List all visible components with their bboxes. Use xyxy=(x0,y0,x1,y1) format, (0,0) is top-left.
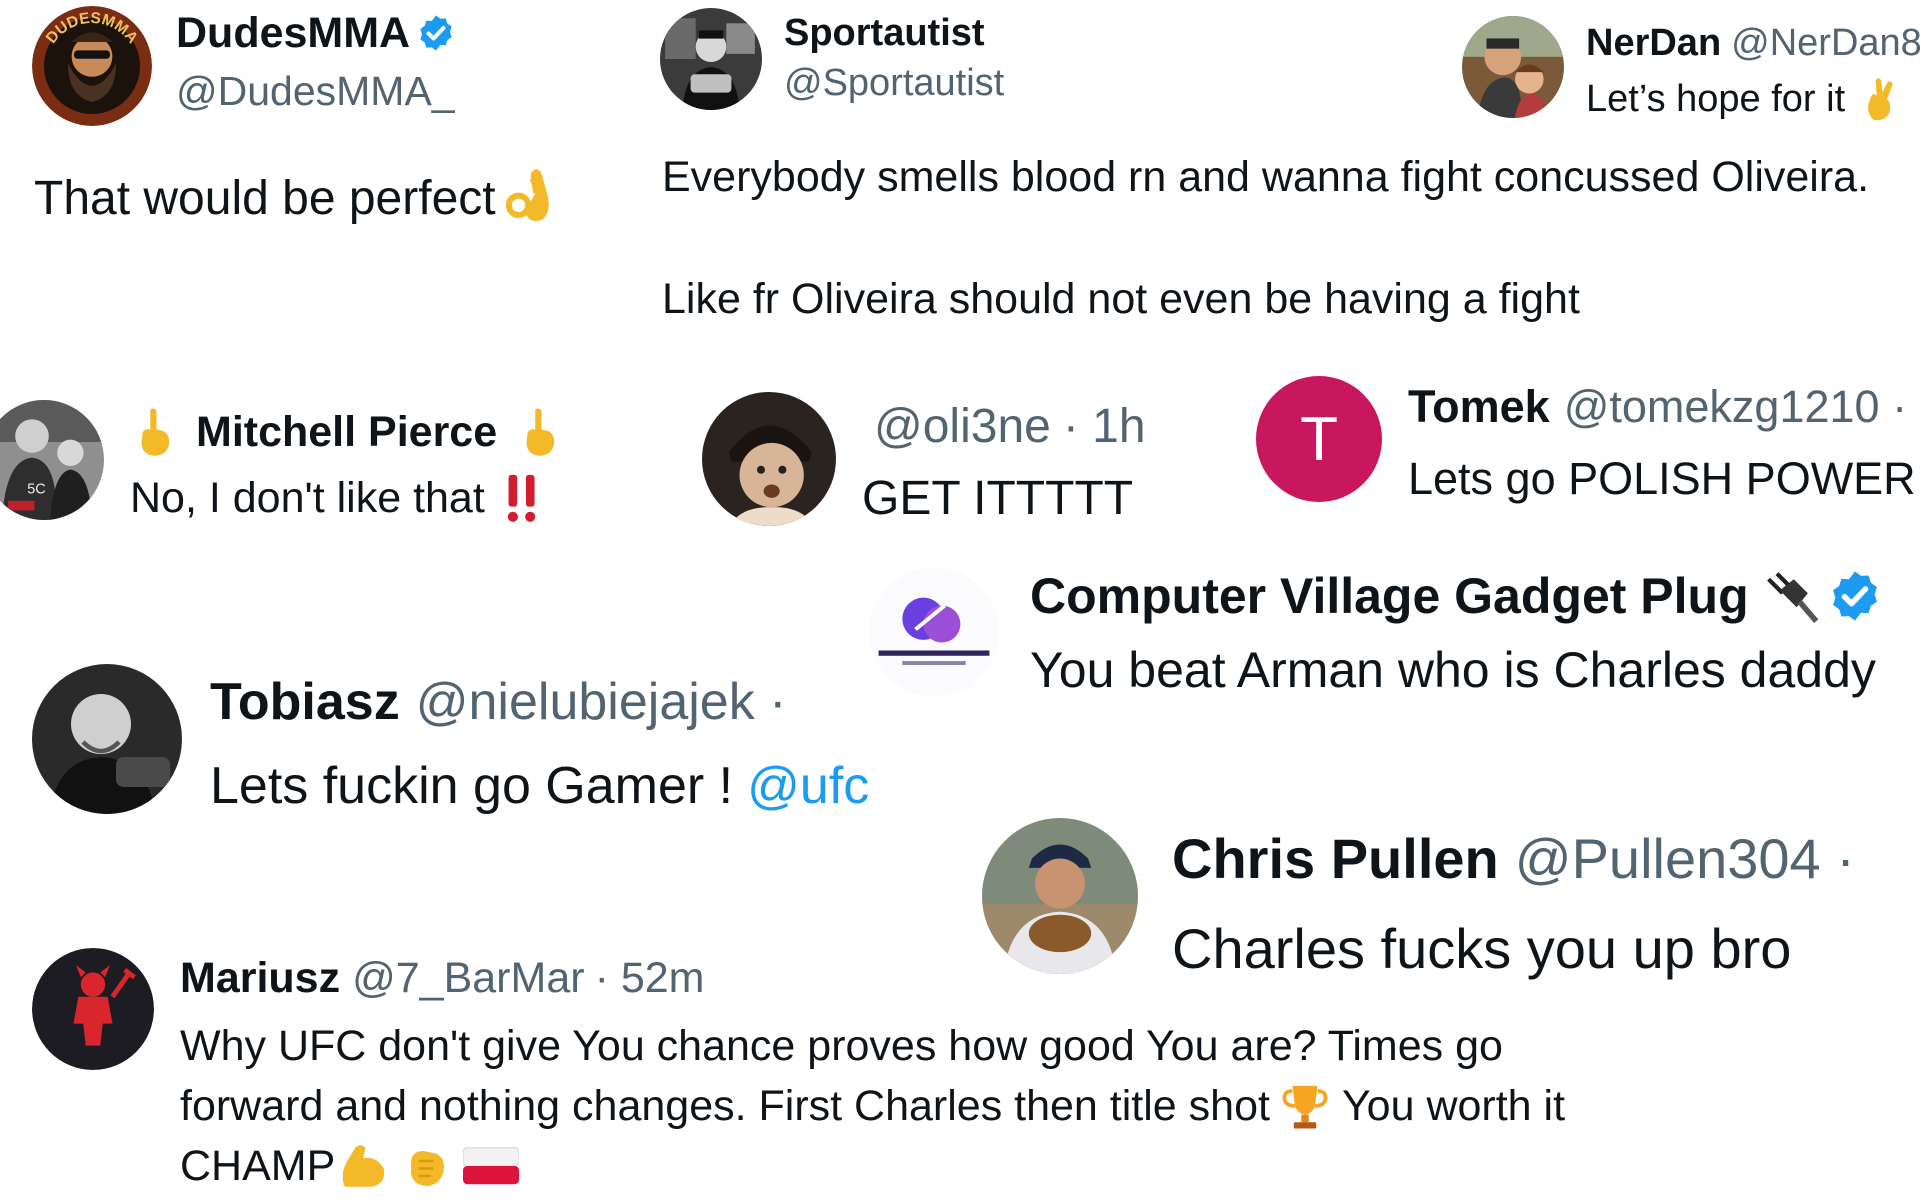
author-name[interactable]: NerDan xyxy=(1586,22,1721,65)
flexed-biceps-emoji xyxy=(337,1140,389,1192)
letter-avatar[interactable]: T xyxy=(1256,376,1382,502)
double-exclamation-emoji xyxy=(505,472,541,524)
photo-avatar[interactable] xyxy=(660,8,762,110)
tweet-text-line: Why UFC don't give You chance proves how… xyxy=(180,1021,1503,1070)
tweet-text: That would be perfect xyxy=(34,171,496,225)
author-handle[interactable]: @Sportautist xyxy=(784,62,1004,105)
pointing-up-emoji xyxy=(519,407,559,457)
tweet-text: No, I don't like that xyxy=(130,473,485,522)
author-name[interactable]: Computer Village Gadget Plug xyxy=(1030,567,1749,625)
tweet-text: GET ITTTTT xyxy=(862,471,1134,525)
tweet-text-line: CHAMP xyxy=(180,1141,336,1190)
tweet-text-line: Like fr Oliveira should not even be havi… xyxy=(662,274,1580,323)
avatar-letter: T xyxy=(1300,404,1338,474)
gadget-logo-avatar[interactable] xyxy=(868,566,1000,698)
author-handle[interactable]: @nielubiejajek · xyxy=(416,672,787,732)
svg-text:5C: 5C xyxy=(27,482,45,498)
author-name[interactable]: Sportautist xyxy=(784,12,985,55)
photo-avatar[interactable] xyxy=(1462,16,1564,118)
fist-bump-emoji xyxy=(401,1141,451,1191)
pointing-up-emoji xyxy=(134,407,174,457)
author-handle[interactable]: @oli3ne xyxy=(874,399,1051,454)
photo-avatar[interactable] xyxy=(702,392,836,526)
electric-plug-emoji xyxy=(1763,568,1819,624)
author-name[interactable]: DudesMMA xyxy=(176,9,410,58)
devil-logo-avatar[interactable] xyxy=(32,948,154,1070)
mention-link[interactable]: @ufc xyxy=(747,756,869,816)
tweet-timestamp[interactable]: · 52m xyxy=(595,954,705,1003)
tweet-text: Lets fuckin go Gamer ! xyxy=(210,757,734,815)
ok-hand-emoji xyxy=(502,169,552,227)
author-name[interactable]: Mitchell Pierce xyxy=(196,408,497,457)
author-handle[interactable]: @7_BarMar xyxy=(352,954,584,1003)
tweet-text-line: forward and nothing changes. First Charl… xyxy=(180,1081,1270,1130)
verified-badge-icon xyxy=(1827,568,1883,624)
author-handle[interactable]: @Pullen304 · xyxy=(1515,826,1855,891)
author-name[interactable]: Tobiasz xyxy=(210,672,400,732)
author-name[interactable]: Mariusz xyxy=(180,954,340,1003)
author-name[interactable]: Tomek xyxy=(1408,381,1550,433)
tweet-text: Lets go POLISH POWER xyxy=(1408,453,1916,504)
author-handle[interactable]: @tomekzg1210 · xyxy=(1564,381,1907,433)
author-handle[interactable]: @DudesMMA_ xyxy=(176,68,455,115)
author-handle[interactable]: @NerDan8 xyxy=(1731,22,1920,65)
dudesmma-logo-avatar[interactable]: DUDESMMA xyxy=(32,6,152,126)
poland-flag-emoji xyxy=(462,1145,520,1187)
tweet-text: You beat Arman who is Charles daddy xyxy=(1030,642,1876,698)
verified-badge-icon xyxy=(416,13,456,53)
tweet-timestamp[interactable]: · 1h xyxy=(1063,399,1146,454)
tweet-text-line: Everybody smells blood rn and wanna figh… xyxy=(662,152,1870,201)
photo-avatar[interactable] xyxy=(32,664,182,814)
author-name[interactable]: Chris Pullen xyxy=(1172,826,1499,891)
tweet-text: Charles fucks you up bro xyxy=(1172,916,1792,980)
photo-avatar[interactable] xyxy=(982,818,1138,974)
tweet-text: Let’s hope for it xyxy=(1586,77,1846,120)
trophy-emoji xyxy=(1280,1080,1330,1132)
crossed-fingers-emoji xyxy=(1861,76,1897,122)
tweet-text-line: You worth it xyxy=(1341,1081,1566,1130)
photo-avatar[interactable]: 5C xyxy=(0,400,104,520)
